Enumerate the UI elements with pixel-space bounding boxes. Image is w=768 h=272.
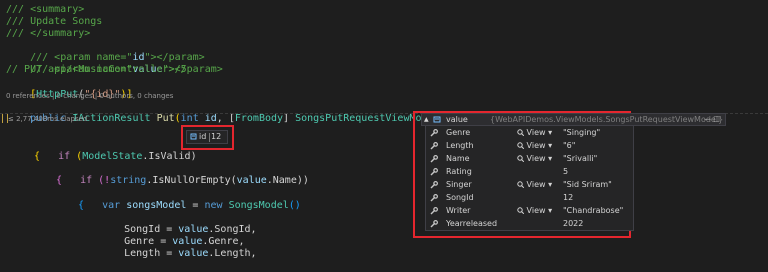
object-icon <box>190 133 197 140</box>
magnifier-icon <box>517 207 524 214</box>
wrench-icon <box>430 168 438 176</box>
code-line: { <box>78 200 85 211</box>
property-value[interactable]: "Singing" <box>563 127 600 139</box>
code-token: songsModel <box>126 200 187 211</box>
wrench-icon <box>430 194 438 202</box>
code-line: { <box>34 151 41 162</box>
code-token: () <box>288 200 301 211</box>
code-line: /// </summary> <box>6 28 91 39</box>
datatip-property-row[interactable]: Length View ▾ "6" <box>426 140 633 152</box>
code-line: /// Update Songs <box>6 16 103 27</box>
code-token: = <box>186 200 205 211</box>
code-token: .Name)) <box>266 175 309 186</box>
wrench-icon <box>430 220 438 228</box>
magnifier-icon <box>517 181 524 188</box>
visualizer-label: View <box>526 154 546 163</box>
code-line: /// <param name="value"></param> <box>6 52 223 75</box>
wrench-icon <box>430 181 438 189</box>
property-name: Singer <box>446 180 472 189</box>
visualizer-dropdown[interactable]: View ▾ <box>517 153 552 165</box>
datatip-id[interactable]: id 12 <box>186 130 228 144</box>
datatip-variable-name: value <box>446 115 468 124</box>
code-line: [HttpPut("{id}")] <box>6 77 132 100</box>
datatip-property-row[interactable]: Singer View ▾ "Sid Sriram" <box>426 179 633 191</box>
code-token: ModelState <box>82 151 143 162</box>
code-token: .Length, <box>208 248 257 259</box>
code-line: // PUT api/<MusicController>/5 <box>6 64 187 75</box>
property-name: Name <box>446 154 470 163</box>
magnifier-icon <box>517 155 524 162</box>
elapsed-time-label: ≤ 2,77,408ms elapsed <box>8 115 88 123</box>
visualizer-label: View <box>526 141 546 150</box>
datatip-window-controls[interactable]: — □ <box>704 114 720 125</box>
property-name: Length <box>446 141 474 150</box>
chevron-down-icon: ▾ <box>548 206 553 215</box>
datatip-type: {WebAPIDemos.ViewModels.SongsPutRequestV… <box>490 115 724 124</box>
codelens-info[interactable]: 0 references | 0 changes | 0 authors, 0 … <box>6 92 173 101</box>
datatip-property-row[interactable]: Genre View ▾ "Singing" <box>426 127 633 139</box>
code-line: public IActionResult Put(int id, [FromBo… <box>6 101 482 124</box>
code-line: { <box>56 175 63 186</box>
cursor-caret <box>209 133 210 142</box>
datatip-property-row[interactable]: Writer View ▾ "Chandrabose" <box>426 205 633 217</box>
chevron-down-icon: ▾ <box>548 180 553 189</box>
property-name: Rating <box>446 167 472 176</box>
wrench-icon <box>430 207 438 215</box>
property-value[interactable]: "6" <box>563 140 575 152</box>
code-line: if (!string.IsNullOrEmpty(value.Name)) <box>56 163 309 186</box>
property-value[interactable]: "Sid Sriram" <box>563 179 612 191</box>
code-token: Length = <box>124 248 179 259</box>
property-value[interactable]: "Chandrabose" <box>563 205 623 217</box>
wrench-icon <box>430 142 438 150</box>
code-token: ( <box>70 151 83 162</box>
chevron-down-icon: ▾ <box>548 128 553 137</box>
code-token: if <box>80 175 93 186</box>
datatip-property-row[interactable]: Rating 5 <box>426 166 633 178</box>
code-token: string <box>110 175 147 186</box>
code-token: var <box>102 200 121 211</box>
chevron-down-icon: ▾ <box>548 154 553 163</box>
datatip-name: id <box>199 132 207 141</box>
expand-triangle-icon[interactable]: ▲ <box>424 114 429 125</box>
code-line: Length = value.Length, <box>100 236 256 259</box>
object-icon <box>433 116 441 123</box>
magnifier-icon <box>517 129 524 136</box>
code-token: new <box>204 200 223 211</box>
visualizer-dropdown[interactable]: View ▾ <box>517 205 552 217</box>
code-token: SongsModel <box>228 200 289 211</box>
property-name: Yearreleased <box>446 219 498 228</box>
code-line: SongId = value.SongId, <box>100 212 256 235</box>
chevron-down-icon: ▾ <box>548 141 553 150</box>
property-value[interactable]: "Srivalli" <box>563 153 597 165</box>
visualizer-dropdown[interactable]: View ▾ <box>517 140 552 152</box>
code-line: if (ModelState.IsValid) <box>34 139 197 162</box>
code-line: Genre = value.Genre, <box>100 224 244 247</box>
datatip-value[interactable]: 12 <box>211 131 221 143</box>
property-value[interactable]: 5 <box>563 166 568 178</box>
code-line: /// <param name="id"></param> <box>6 40 205 63</box>
code-token: (! <box>92 175 111 186</box>
code-line: /// <summary> <box>6 4 85 15</box>
property-name: Writer <box>446 206 471 215</box>
visualizer-dropdown[interactable]: View ▾ <box>517 179 552 191</box>
visualizer-label: View <box>526 206 546 215</box>
code-token: value <box>236 175 267 186</box>
property-value[interactable]: 12 <box>563 192 573 204</box>
datatip-property-row[interactable]: Name View ▾ "Srivalli" <box>426 153 633 165</box>
visualizer-label: View <box>526 128 546 137</box>
wrench-icon <box>430 155 438 163</box>
property-name: SongId <box>446 193 474 202</box>
magnifier-icon <box>517 142 524 149</box>
datatip-properties[interactable]: Genre View ▾ "Singing" Length View ▾ "6" Nam… <box>425 125 634 231</box>
property-value[interactable]: 2022 <box>563 218 583 230</box>
wrench-icon <box>430 129 438 137</box>
datatip-property-row[interactable]: SongId 12 <box>426 192 633 204</box>
visualizer-dropdown[interactable]: View ▾ <box>517 127 552 139</box>
datatip-property-row[interactable]: Yearreleased 2022 <box>426 218 633 230</box>
code-token: value <box>178 248 209 259</box>
code-token: if <box>58 151 71 162</box>
property-name: Genre <box>446 128 471 137</box>
visualizer-label: View <box>526 180 546 189</box>
